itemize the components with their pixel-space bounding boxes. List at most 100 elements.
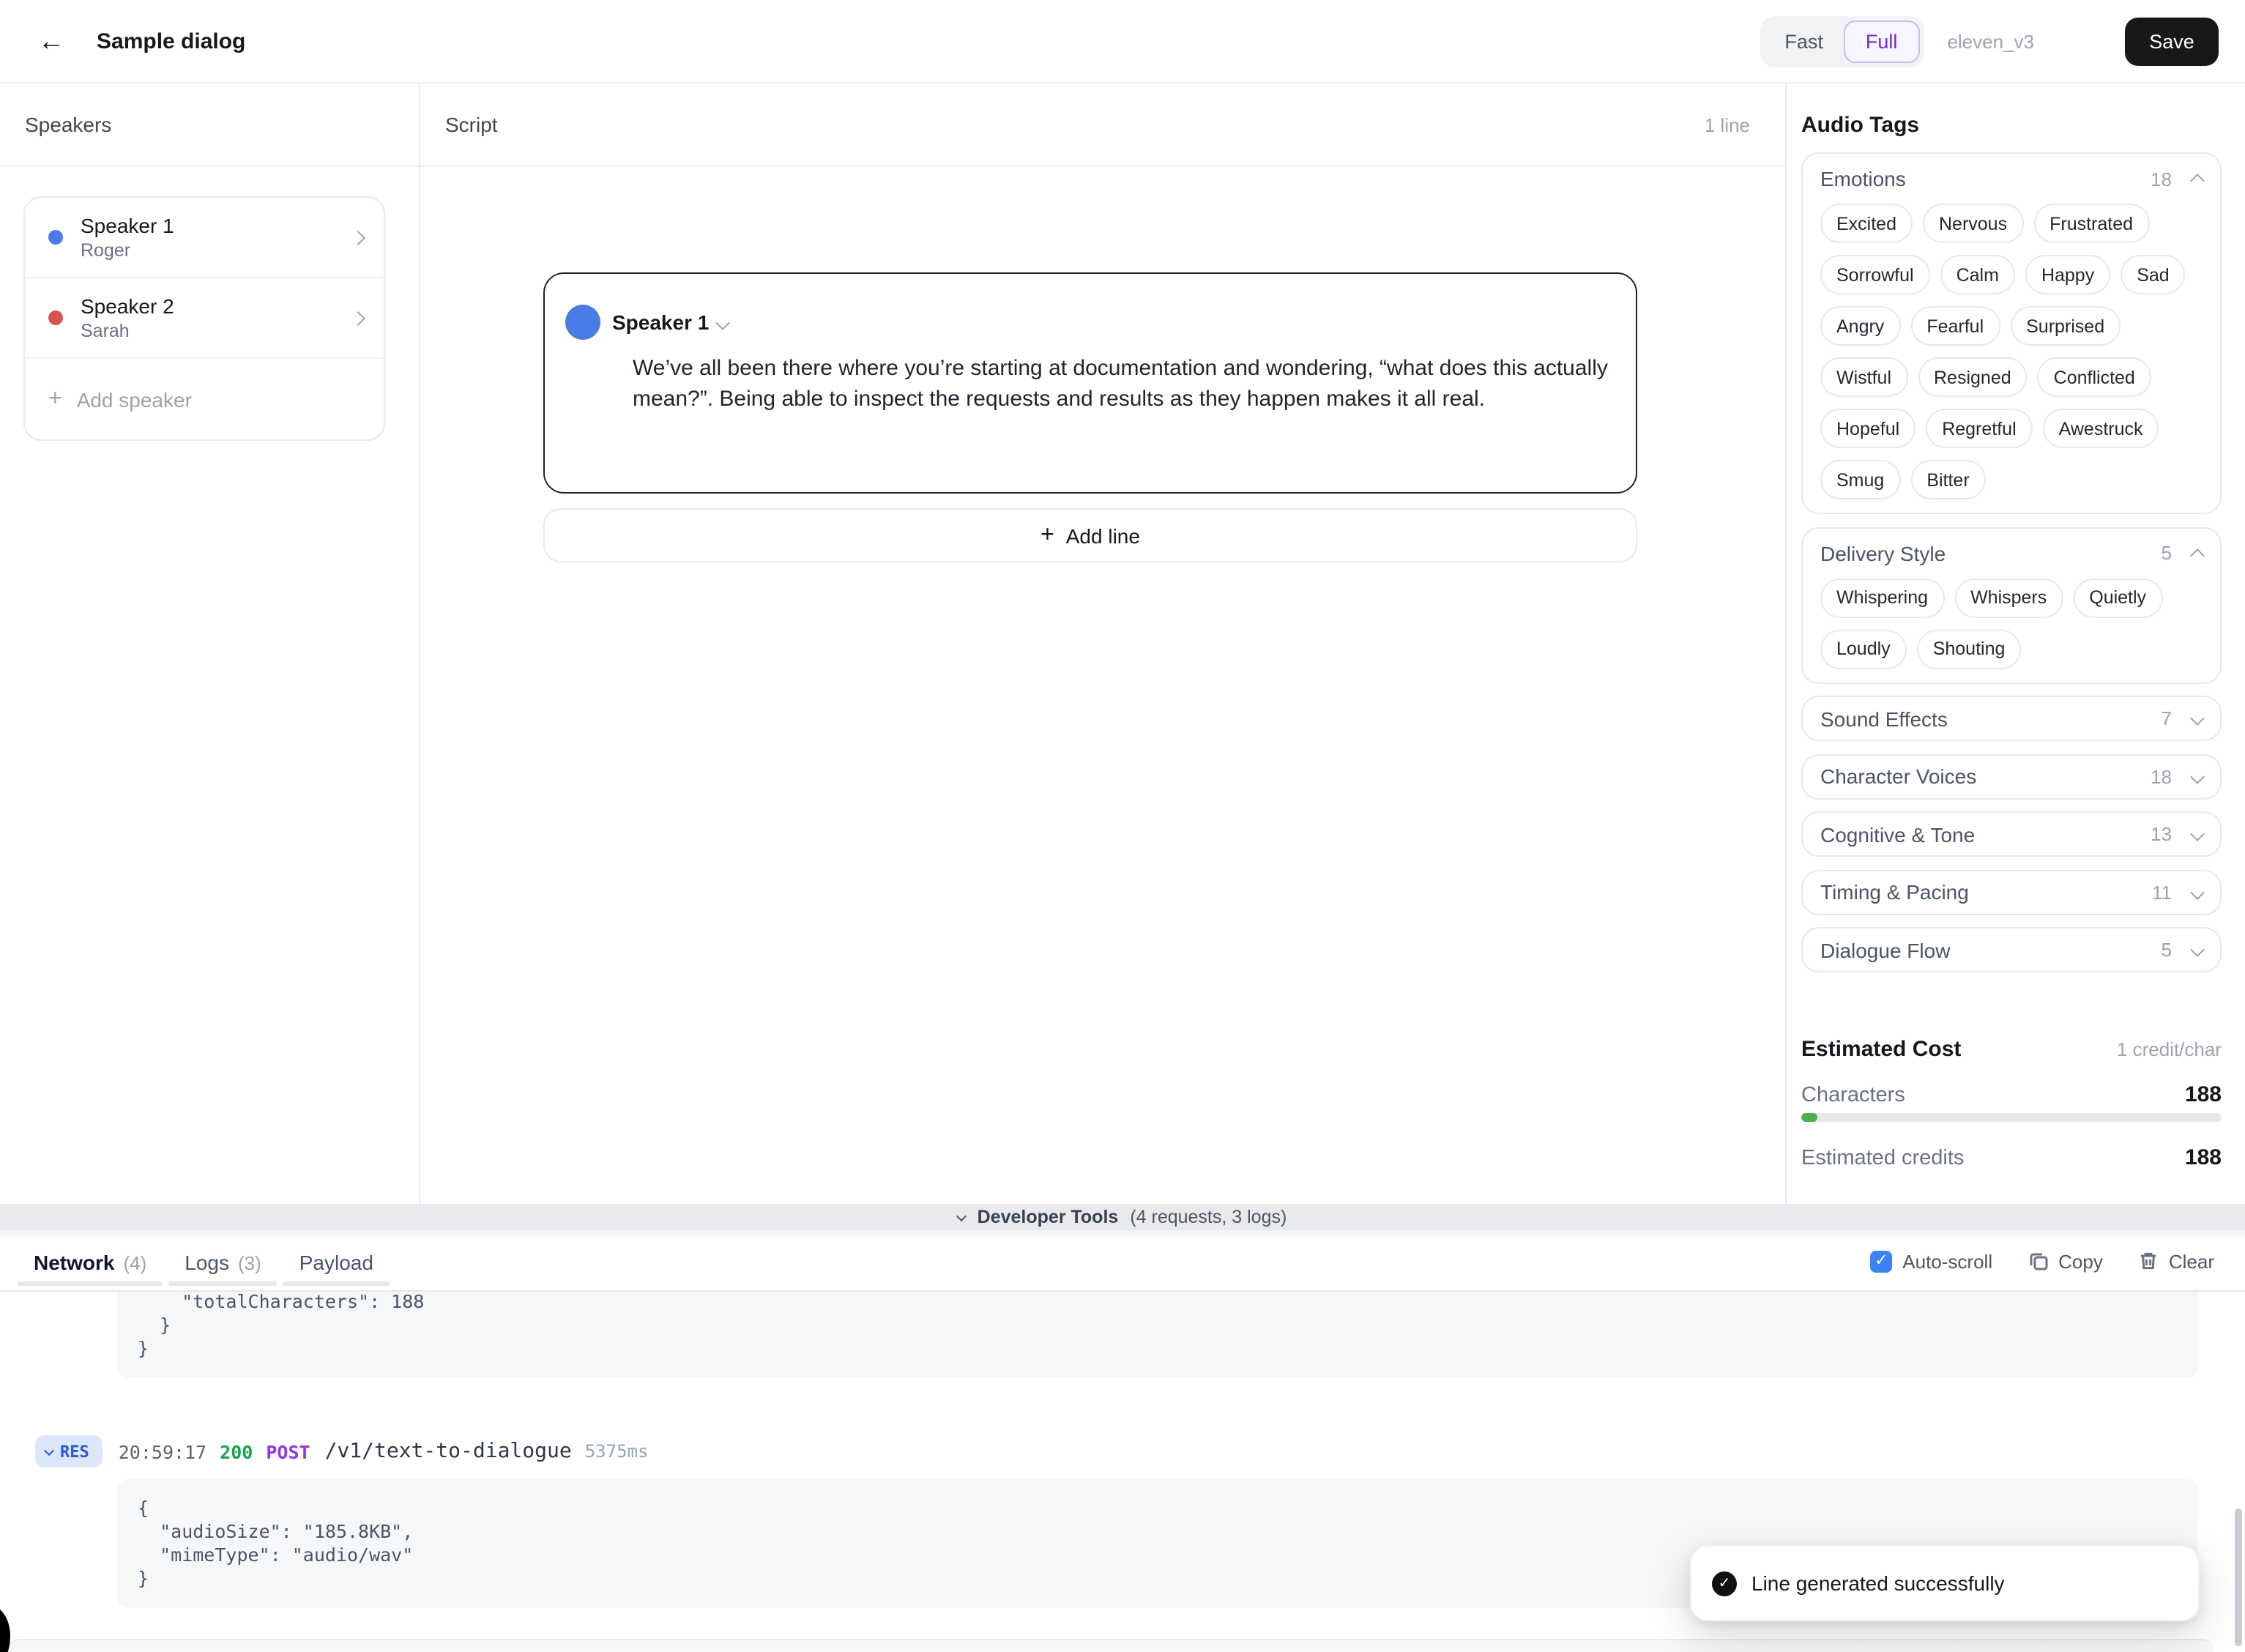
speed-toggle: FastFull — [1760, 16, 1924, 67]
credits-label: Estimated credits — [1801, 1146, 2185, 1169]
tag-pill[interactable]: Awestruck — [2043, 409, 2159, 448]
tab-payload[interactable]: Payload — [283, 1238, 390, 1286]
chevron-right-icon — [351, 230, 365, 245]
tag-section-header[interactable]: Sound Effects7 — [1820, 707, 2203, 730]
audio-tags-title: Audio Tags — [1801, 113, 1919, 138]
tag-pill[interactable]: Excited — [1820, 204, 1913, 243]
chevron-down-icon — [2190, 711, 2205, 726]
save-button[interactable]: Save — [2125, 18, 2219, 66]
chevron-down-icon — [2190, 769, 2205, 784]
tab-network[interactable]: Network(4) — [18, 1238, 163, 1286]
tab-underline — [168, 1281, 278, 1286]
copy-icon — [2028, 1251, 2048, 1271]
developer-tools-bar[interactable]: Developer Tools (4 requests, 3 logs) — [0, 1204, 2245, 1230]
line-text[interactable]: We’ve all been there where you’re starti… — [633, 354, 1623, 414]
code-line: } — [138, 1337, 2178, 1361]
add-speaker-button[interactable]: +Add speaker — [25, 359, 384, 439]
tab-underline — [283, 1281, 390, 1286]
audio-tag-section-emotions: Emotions18 Excited Nervous Frustrated Sorrow… — [1801, 152, 2222, 514]
response-badge[interactable]: RES — [35, 1435, 103, 1467]
tag-section-header[interactable]: Delivery Style5 — [1820, 541, 2203, 565]
devtools-controls: ✓ Auto-scroll Copy Clear — [1870, 1238, 2214, 1284]
speaker-row[interactable]: Speaker 2Sarah — [25, 278, 384, 359]
chevron-down-icon[interactable] — [715, 315, 730, 330]
tag-pill[interactable]: Whispers — [1954, 578, 2063, 617]
add-speaker-label: Add speaker — [77, 387, 192, 411]
tag-pill[interactable]: Surprised — [2010, 306, 2121, 346]
add-line-label: Add line — [1066, 524, 1140, 547]
tag-pill[interactable]: Whispering — [1820, 578, 1944, 617]
back-button[interactable]: ← — [29, 19, 73, 63]
audio-tag-sections: Emotions18 Excited Nervous Frustrated Sorrow… — [1801, 152, 2222, 972]
tag-pill[interactable]: Calm — [1940, 255, 2015, 294]
tab-inner: Payload — [283, 1238, 390, 1281]
tab-logs[interactable]: Logs(3) — [168, 1238, 278, 1286]
tag-pill[interactable]: Quietly — [2073, 578, 2162, 617]
speed-option-full[interactable]: Full — [1844, 21, 1920, 63]
speaker-meta: Speaker 1Roger — [81, 213, 353, 261]
request-duration: 5375ms — [585, 1441, 649, 1462]
autoscroll-toggle[interactable]: ✓ Auto-scroll — [1870, 1250, 1992, 1272]
tag-pill[interactable]: Nervous — [1923, 204, 2023, 243]
tag-section-header[interactable]: Cognitive & Tone13 — [1820, 822, 2203, 846]
characters-value: 188 — [2185, 1082, 2222, 1107]
tag-pill[interactable]: Angry — [1820, 306, 1900, 346]
audio-tag-section-delivery-style: Delivery Style5 Whispering Whispers Quietly… — [1801, 527, 2222, 683]
tag-pill[interactable]: Resigned — [1918, 357, 2028, 397]
script-body: Speaker 1 We’ve all been there where you… — [420, 167, 1785, 1204]
code-line: } — [138, 1314, 2178, 1337]
chevron-down-icon — [44, 1445, 54, 1455]
cost-title: Estimated Cost — [1801, 1037, 2117, 1062]
tag-pill-list: Whispering Whispers Quietly LoudlyShouting — [1820, 578, 2203, 669]
tag-section-count: 5 — [2162, 542, 2172, 564]
next-log-block-edge — [7, 1639, 2214, 1652]
tag-pill-list: Excited Nervous Frustrated Sorrowful Calm Hap… — [1820, 204, 2203, 499]
add-line-button[interactable]: + Add line — [543, 508, 1637, 562]
tag-pill[interactable]: Happy — [2025, 255, 2110, 294]
app-root: ← Sample dialog FastFull eleven_v3 Save … — [0, 0, 2245, 1652]
characters-label: Characters — [1801, 1083, 2185, 1106]
dialogue-line-card[interactable]: Speaker 1 We’ve all been there where you… — [543, 272, 1637, 494]
tag-pill[interactable]: Bitter — [1910, 460, 1985, 499]
line-count: 1 line — [1705, 114, 1760, 135]
devtools-scrollbar-thumb[interactable] — [2235, 1508, 2242, 1646]
tag-section-header[interactable]: Timing & Pacing11 — [1820, 880, 2203, 904]
speakers-panel: Speakers Speaker 1Roger Speaker 2Sarah+Ad… — [0, 83, 420, 1204]
tag-pill[interactable]: Fearful — [1910, 306, 2000, 346]
estimated-cost-section: Estimated Cost 1 credit/char Characters … — [1801, 1037, 2222, 1170]
tag-pill[interactable]: Hopeful — [1820, 409, 1915, 448]
tag-section-label: Sound Effects — [1820, 707, 2162, 730]
network-log-entry: RES 20:59:17 200 POST /v1/text-to-dialog… — [35, 1435, 648, 1467]
top-bar-actions: FastFull eleven_v3 Save — [1760, 0, 2219, 83]
tag-pill[interactable]: Conflicted — [2038, 357, 2151, 397]
tag-section-label: Delivery Style — [1820, 541, 2162, 565]
checkbox-checked-icon[interactable]: ✓ — [1870, 1250, 1892, 1272]
tag-pill[interactable]: Sad — [2121, 255, 2186, 294]
line-speaker-name[interactable]: Speaker 1 — [612, 310, 709, 334]
tag-section-count: 11 — [2152, 881, 2172, 903]
tag-pill[interactable]: Loudly — [1820, 629, 1907, 669]
audio-tag-section-sound-effects: Sound Effects7 — [1801, 696, 2222, 741]
tag-section-label: Cognitive & Tone — [1820, 822, 2151, 846]
tag-pill[interactable]: Regretful — [1926, 409, 2032, 448]
tag-pill[interactable]: Sorrowful — [1820, 255, 1930, 294]
tag-section-header[interactable]: Character Voices18 — [1820, 764, 2203, 788]
tag-section-label: Dialogue Flow — [1820, 938, 2162, 961]
tag-pill[interactable]: Shouting — [1917, 629, 2022, 669]
speaker-row[interactable]: Speaker 1Roger — [25, 198, 384, 278]
tag-pill[interactable]: Smug — [1820, 460, 1900, 499]
developer-tools-label: Developer Tools — [978, 1207, 1119, 1227]
tag-pill[interactable]: Wistful — [1820, 357, 1907, 397]
tag-section-header[interactable]: Dialogue Flow5 — [1820, 938, 2203, 961]
trash-icon — [2138, 1251, 2159, 1271]
clear-button[interactable]: Clear — [2138, 1250, 2214, 1272]
tag-section-header[interactable]: Emotions18 — [1820, 167, 2203, 190]
speakers-header: Speakers — [0, 83, 419, 167]
characters-progress-bar — [1801, 1113, 2222, 1122]
speaker-color-dot — [48, 310, 63, 325]
audio-tag-section-timing-pacing: Timing & Pacing11 — [1801, 869, 2222, 915]
speed-option-fast[interactable]: Fast — [1764, 21, 1844, 63]
tag-pill[interactable]: Frustrated — [2033, 204, 2149, 243]
copy-button[interactable]: Copy — [2028, 1250, 2103, 1272]
chevron-right-icon — [351, 310, 365, 325]
